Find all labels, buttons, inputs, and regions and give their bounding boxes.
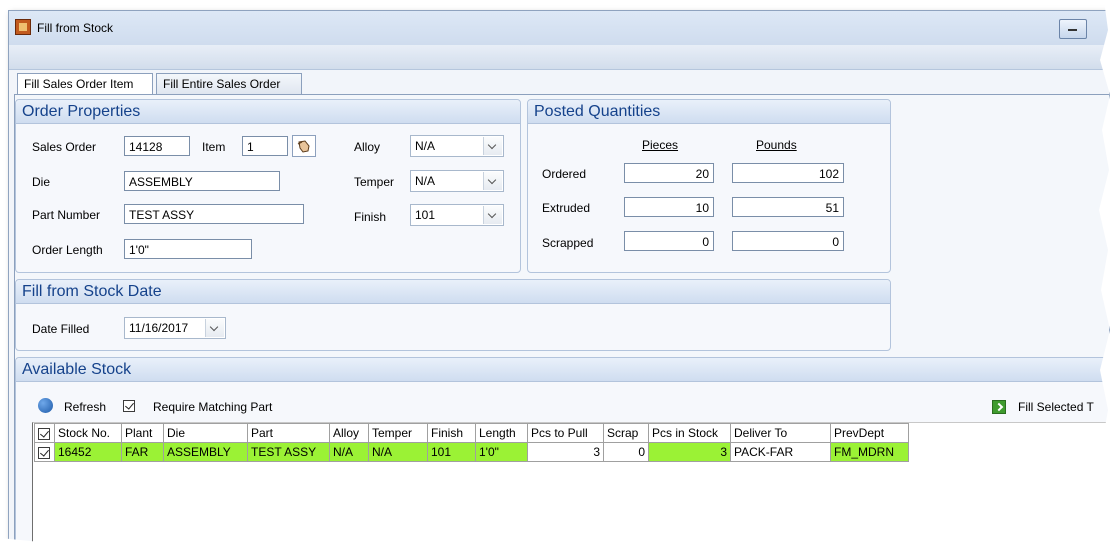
window-title: Fill from Stock [37,21,114,35]
column-plant[interactable]: Plant [121,423,164,443]
die-label: Die [32,175,51,189]
alloy-select[interactable]: N/A [410,135,504,157]
sales-order-label: Sales Order [32,140,97,154]
stock-grid: Stock No. Plant Die Part Alloy Temper Fi… [34,423,909,462]
posted-quantities-header: Posted Quantities [528,100,890,124]
ribbon-strip [9,45,1109,70]
fill-selected-icon[interactable] [992,400,1006,414]
tab-fill-entire-sales-order[interactable]: Fill Entire Sales Order [156,73,302,94]
column-part[interactable]: Part [247,423,330,443]
cell-length[interactable]: 1'0" [475,442,528,462]
temper-select[interactable]: N/A [410,170,504,192]
pounds-header: Pounds [756,138,797,152]
app-icon [15,19,31,35]
cell-die[interactable]: ASSEMBLY [163,442,248,462]
cell-temper[interactable]: N/A [368,442,428,462]
scrapped-label: Scrapped [542,236,594,250]
scrapped-pounds-field[interactable]: 0 [732,231,844,251]
order-properties-group: Order Properties Sales Order 14128 Item … [15,99,521,273]
available-stock-header: Available Stock [16,358,1110,382]
cell-pcs-in-stock[interactable]: 3 [648,442,731,462]
minimize-icon [1068,29,1077,31]
table-row[interactable]: 16452 FAR ASSEMBLY TEST ASSY N/A N/A 101… [34,442,909,462]
refresh-button[interactable]: Refresh [64,400,106,414]
cell-scrap[interactable]: 0 [603,442,649,462]
date-filled-picker[interactable]: 11/16/2017 [124,317,226,339]
cell-alloy[interactable]: N/A [329,442,369,462]
date-filled-label: Date Filled [32,322,90,336]
order-properties-header: Order Properties [16,100,520,124]
select-all-checkbox[interactable] [38,428,50,440]
cell-finish[interactable]: 101 [427,442,476,462]
ordered-label: Ordered [542,167,587,181]
cell-stock-no[interactable]: 16452 [54,442,122,462]
grid-header-row: Stock No. Plant Die Part Alloy Temper Fi… [34,423,909,443]
finish-select[interactable]: 101 [410,204,504,226]
hand-pointer-icon [297,140,310,153]
pieces-header: Pieces [642,138,679,152]
alloy-value: N/A [415,139,436,153]
row-select-cell[interactable] [34,442,55,462]
fill-date-header: Fill from Stock Date [16,280,890,304]
ordered-pieces-field[interactable]: 20 [624,163,714,183]
require-matching-part-label: Require Matching Part [153,400,273,414]
column-finish[interactable]: Finish [427,423,476,443]
order-length-label: Order Length [32,243,103,257]
column-prevdept[interactable]: PrevDept [830,423,909,443]
alloy-label: Alloy [354,140,381,154]
refresh-icon[interactable] [38,398,53,413]
part-number-field[interactable]: TEST ASSY [124,204,304,224]
chevron-down-icon[interactable] [483,206,502,224]
temper-label: Temper [354,175,395,189]
cell-plant[interactable]: FAR [121,442,164,462]
fill-selected-button[interactable]: Fill Selected T [1018,400,1094,414]
date-filled-value: 11/16/2017 [129,321,189,335]
extruded-pieces-field[interactable]: 10 [624,197,714,217]
chevron-down-icon[interactable] [205,319,224,337]
cell-prevdept[interactable]: FM_MDRN [830,442,909,462]
column-deliver-to[interactable]: Deliver To [730,423,831,443]
finish-value: 101 [415,208,436,222]
cell-pcs-to-pull[interactable]: 3 [527,442,604,462]
chevron-down-icon[interactable] [483,137,502,155]
torn-edge-right [1099,0,1116,550]
part-number-label: Part Number [32,208,101,222]
column-pcs-to-pull[interactable]: Pcs to Pull [527,423,604,443]
posted-quantities-group: Posted Quantities Pieces Pounds Ordered … [527,99,891,273]
torn-edge-bottom [0,530,1116,550]
tab-fill-sales-order-item[interactable]: Fill Sales Order Item [17,73,153,96]
item-picker-button[interactable] [292,135,316,157]
die-field[interactable]: ASSEMBLY [124,171,280,191]
extruded-pounds-field[interactable]: 51 [732,197,844,217]
temper-value: N/A [415,174,436,188]
ordered-pounds-field[interactable]: 102 [732,163,844,183]
chevron-down-icon[interactable] [483,172,502,190]
item-label: Item [202,140,226,154]
extruded-label: Extruded [542,201,591,215]
cell-deliver-to[interactable]: PACK-FAR [730,442,831,462]
column-temper[interactable]: Temper [368,423,428,443]
select-all-cell[interactable] [34,423,55,443]
column-stock-no[interactable]: Stock No. [54,423,122,443]
title-bar: Fill from Stock [9,11,1109,45]
column-alloy[interactable]: Alloy [329,423,369,443]
row-select-checkbox[interactable] [38,447,50,459]
item-field[interactable]: 1 [242,136,288,156]
column-pcs-in-stock[interactable]: Pcs in Stock [648,423,731,443]
order-length-field[interactable]: 1'0" [124,239,252,259]
finish-label: Finish [354,210,387,224]
column-scrap[interactable]: Scrap [603,423,649,443]
scrapped-pieces-field[interactable]: 0 [624,231,714,251]
fill-date-group: Fill from Stock Date Date Filled 11/16/2… [15,279,891,351]
column-die[interactable]: Die [163,423,248,443]
minimize-button[interactable] [1059,19,1087,39]
cell-part[interactable]: TEST ASSY [247,442,330,462]
sales-order-field[interactable]: 14128 [124,136,190,156]
column-length[interactable]: Length [475,423,528,443]
require-matching-part-checkbox[interactable] [123,400,135,412]
